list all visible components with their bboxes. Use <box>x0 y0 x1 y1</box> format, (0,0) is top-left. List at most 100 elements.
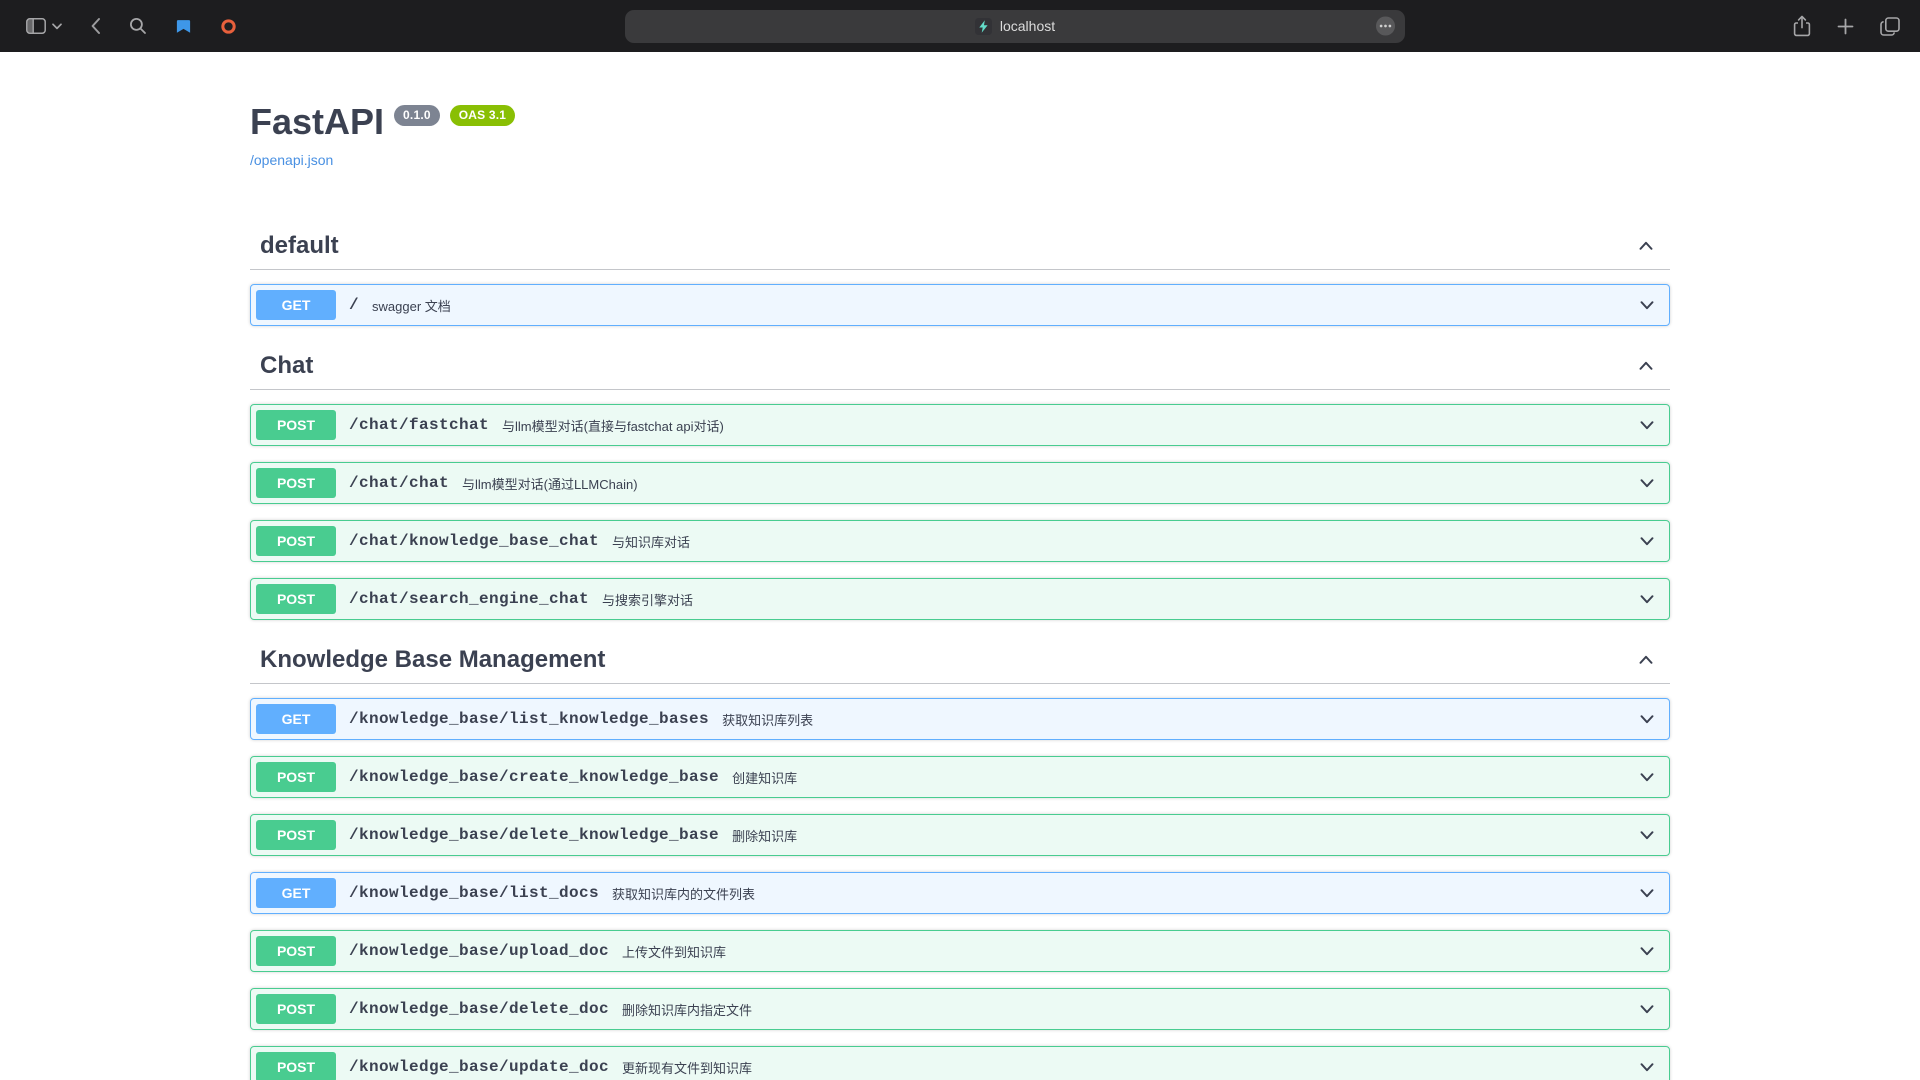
fastapi-favicon-icon <box>975 18 992 35</box>
sidebar-toggle-icon <box>26 18 46 34</box>
method-badge: POST <box>256 1052 336 1080</box>
sidebar-chevron-icon <box>52 23 62 30</box>
operation-summary[interactable]: POST /chat/search_engine_chat 与搜索引擎对话 <box>251 579 1669 619</box>
plus-icon <box>1837 18 1854 35</box>
operation-description: 上传文件到知识库 <box>622 942 726 961</box>
expand-operation-button[interactable] <box>1637 941 1657 961</box>
collapse-section-button[interactable] <box>1636 650 1656 670</box>
method-badge: POST <box>256 936 336 966</box>
page-options-button[interactable] <box>1375 16 1396 37</box>
operation-path: /knowledge_base/upload_doc <box>349 942 609 960</box>
operation-path: /knowledge_base/delete_knowledge_base <box>349 826 719 844</box>
operation-row[interactable]: POST /chat/fastchat 与llm模型对话(直接与fastchat… <box>250 404 1670 446</box>
oas-badge: OAS 3.1 <box>450 105 515 125</box>
back-button[interactable] <box>88 15 103 37</box>
toolbar-right-group <box>1791 13 1902 39</box>
operation-row[interactable]: POST /chat/knowledge_base_chat 与知识库对话 <box>250 520 1670 562</box>
chevron-down-icon <box>1637 767 1657 787</box>
operation-path: /knowledge_base/create_knowledge_base <box>349 768 719 786</box>
method-badge: POST <box>256 468 336 498</box>
extension-bookmark-icon <box>175 18 192 35</box>
search-button[interactable] <box>127 15 149 37</box>
operation-row[interactable]: POST /knowledge_base/upload_doc 上传文件到知识库 <box>250 930 1670 972</box>
operation-description: 与llm模型对话(通过LLMChain) <box>462 474 638 493</box>
chevron-down-icon <box>1637 295 1657 315</box>
extension-ring-button[interactable] <box>218 16 239 37</box>
new-tab-button[interactable] <box>1835 16 1856 37</box>
expand-operation-button[interactable] <box>1637 999 1657 1019</box>
section-header[interactable]: Chat <box>250 344 1670 390</box>
operation-description: 与llm模型对话(直接与fastchat api对话) <box>502 416 724 435</box>
api-info: FastAPI 0.1.0 OAS 3.1 /openapi.json <box>250 100 1670 170</box>
section-title: default <box>260 232 339 260</box>
operation-path: /chat/fastchat <box>349 416 489 434</box>
operation-path: /knowledge_base/list_docs <box>349 884 599 902</box>
operation-path: /knowledge_base/delete_doc <box>349 1000 609 1018</box>
operation-row[interactable]: GET /knowledge_base/list_knowledge_bases… <box>250 698 1670 740</box>
url-bar[interactable]: localhost <box>625 10 1405 43</box>
operation-summary[interactable]: POST /knowledge_base/delete_doc 删除知识库内指定… <box>251 989 1669 1029</box>
expand-operation-button[interactable] <box>1637 589 1657 609</box>
operation-description: 获取知识库列表 <box>722 710 813 729</box>
chevron-down-icon <box>1637 999 1657 1019</box>
section-title: Chat <box>260 352 313 380</box>
operation-row[interactable]: POST /knowledge_base/delete_doc 删除知识库内指定… <box>250 988 1670 1030</box>
operation-summary[interactable]: GET / swagger 文档 <box>251 285 1669 325</box>
api-sections: default GET / swagger 文档 Chat POST /ch <box>250 224 1670 1080</box>
operation-row[interactable]: GET /knowledge_base/list_docs 获取知识库内的文件列… <box>250 872 1670 914</box>
expand-operation-button[interactable] <box>1637 825 1657 845</box>
chevron-down-icon <box>1637 473 1657 493</box>
chevron-down-icon <box>1637 709 1657 729</box>
share-button[interactable] <box>1791 13 1813 39</box>
operation-row[interactable]: POST /chat/search_engine_chat 与搜索引擎对话 <box>250 578 1670 620</box>
method-badge: POST <box>256 820 336 850</box>
expand-operation-button[interactable] <box>1637 1057 1657 1077</box>
operation-summary[interactable]: POST /knowledge_base/upload_doc 上传文件到知识库 <box>251 931 1669 971</box>
operation-description: 获取知识库内的文件列表 <box>612 884 755 903</box>
section-header[interactable]: default <box>250 224 1670 270</box>
browser-window: localhost FastAPI 0.1.0 <box>0 0 1920 1080</box>
tabs-overview-icon <box>1880 17 1900 36</box>
operation-summary[interactable]: POST /chat/chat 与llm模型对话(通过LLMChain) <box>251 463 1669 503</box>
operation-summary[interactable]: POST /chat/knowledge_base_chat 与知识库对话 <box>251 521 1669 561</box>
operation-path: /chat/chat <box>349 474 449 492</box>
collapse-section-button[interactable] <box>1636 236 1656 256</box>
tabs-overview-button[interactable] <box>1878 15 1902 38</box>
extension-bookmark-button[interactable] <box>173 16 194 37</box>
method-badge: GET <box>256 704 336 734</box>
operation-summary[interactable]: POST /chat/fastchat 与llm模型对话(直接与fastchat… <box>251 405 1669 445</box>
operation-row[interactable]: POST /knowledge_base/create_knowledge_ba… <box>250 756 1670 798</box>
api-section: Knowledge Base Management GET /knowledge… <box>250 638 1670 1080</box>
page-title: FastAPI 0.1.0 OAS 3.1 <box>250 100 1670 143</box>
section-header[interactable]: Knowledge Base Management <box>250 638 1670 684</box>
chevron-up-icon <box>1636 650 1656 670</box>
operation-summary[interactable]: POST /knowledge_base/create_knowledge_ba… <box>251 757 1669 797</box>
method-badge: POST <box>256 410 336 440</box>
operation-row[interactable]: POST /knowledge_base/update_doc 更新现有文件到知… <box>250 1046 1670 1080</box>
operation-summary[interactable]: GET /knowledge_base/list_knowledge_bases… <box>251 699 1669 739</box>
collapse-section-button[interactable] <box>1636 356 1656 376</box>
operation-row[interactable]: POST /chat/chat 与llm模型对话(通过LLMChain) <box>250 462 1670 504</box>
openapi-spec-link[interactable]: /openapi.json <box>250 152 333 168</box>
method-badge: GET <box>256 290 336 320</box>
api-section: Chat POST /chat/fastchat 与llm模型对话(直接与fas… <box>250 344 1670 620</box>
expand-operation-button[interactable] <box>1637 883 1657 903</box>
chevron-down-icon <box>1637 1057 1657 1077</box>
operation-summary[interactable]: POST /knowledge_base/update_doc 更新现有文件到知… <box>251 1047 1669 1080</box>
expand-operation-button[interactable] <box>1637 531 1657 551</box>
expand-operation-button[interactable] <box>1637 415 1657 435</box>
sidebar-toggle-button[interactable] <box>24 16 64 36</box>
url-text: localhost <box>1000 18 1055 34</box>
expand-operation-button[interactable] <box>1637 709 1657 729</box>
operation-summary[interactable]: POST /knowledge_base/delete_knowledge_ba… <box>251 815 1669 855</box>
operation-summary[interactable]: GET /knowledge_base/list_docs 获取知识库内的文件列… <box>251 873 1669 913</box>
operation-description: 创建知识库 <box>732 768 797 787</box>
page-content: FastAPI 0.1.0 OAS 3.1 /openapi.json defa… <box>0 52 1920 1080</box>
operation-row[interactable]: POST /knowledge_base/delete_knowledge_ba… <box>250 814 1670 856</box>
expand-operation-button[interactable] <box>1637 295 1657 315</box>
expand-operation-button[interactable] <box>1637 473 1657 493</box>
expand-operation-button[interactable] <box>1637 767 1657 787</box>
chevron-up-icon <box>1636 356 1656 376</box>
toolbar-center-group: localhost <box>239 10 1791 43</box>
operation-row[interactable]: GET / swagger 文档 <box>250 284 1670 326</box>
